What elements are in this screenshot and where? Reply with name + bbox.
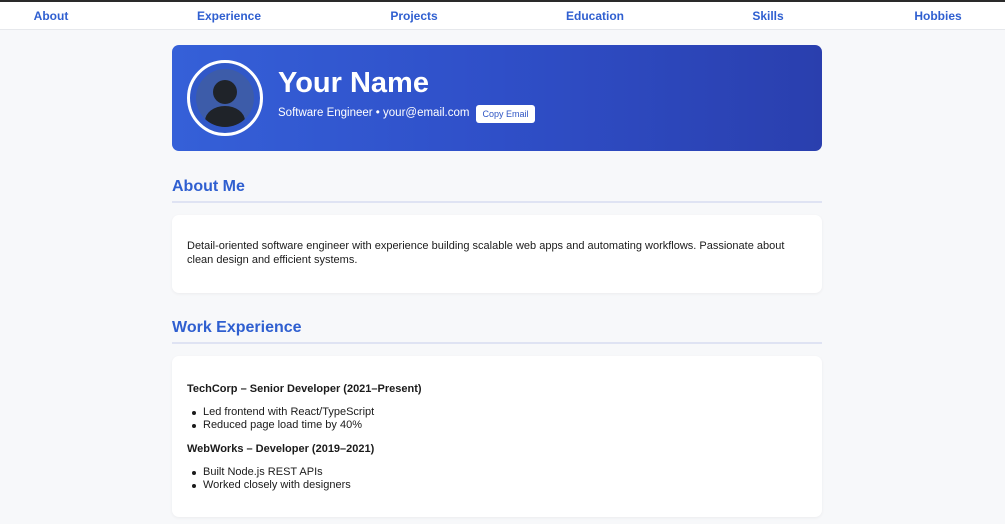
job-bullets-webworks: Built Node.js REST APIs Worked closely w… bbox=[191, 466, 351, 492]
nav-link-projects[interactable]: Projects bbox=[390, 9, 437, 23]
user-avatar-icon bbox=[187, 60, 263, 136]
list-item: Led frontend with React/TypeScript bbox=[191, 406, 374, 419]
profile-subtitle: Software Engineer • your@email.com bbox=[278, 107, 470, 119]
experience-section-title: Work Experience bbox=[172, 319, 822, 344]
experience-card: TechCorp – Senior Developer (2021–Presen… bbox=[172, 356, 822, 517]
about-text: Detail-oriented software engineer with e… bbox=[187, 240, 785, 266]
job-title-techcorp: TechCorp – Senior Developer (2021–Presen… bbox=[187, 383, 422, 395]
nav-link-hobbies[interactable]: Hobbies bbox=[914, 9, 961, 23]
top-navigation: About Experience Projects Education Skil… bbox=[0, 0, 1005, 30]
nav-link-about[interactable]: About bbox=[34, 9, 69, 23]
profile-name: Your Name bbox=[278, 67, 429, 99]
profile-header: Your Name Software Engineer • your@email… bbox=[172, 45, 822, 151]
about-card: Detail-oriented software engineer with e… bbox=[172, 215, 822, 293]
nav-link-experience[interactable]: Experience bbox=[197, 9, 261, 23]
list-item: Worked closely with designers bbox=[191, 479, 351, 492]
copy-email-button[interactable]: Copy Email bbox=[476, 105, 535, 123]
avatar-circle bbox=[196, 69, 254, 127]
about-section-title: About Me bbox=[172, 178, 822, 203]
avatar-head-shape bbox=[213, 80, 237, 104]
list-item: Reduced page load time by 40% bbox=[191, 419, 374, 432]
list-item: Built Node.js REST APIs bbox=[191, 466, 351, 479]
job-bullets-techcorp: Led frontend with React/TypeScript Reduc… bbox=[191, 406, 374, 432]
job-title-webworks: WebWorks – Developer (2019–2021) bbox=[187, 443, 375, 455]
avatar-body-shape bbox=[205, 106, 245, 127]
nav-link-skills[interactable]: Skills bbox=[752, 9, 783, 23]
nav-link-education[interactable]: Education bbox=[566, 9, 624, 23]
